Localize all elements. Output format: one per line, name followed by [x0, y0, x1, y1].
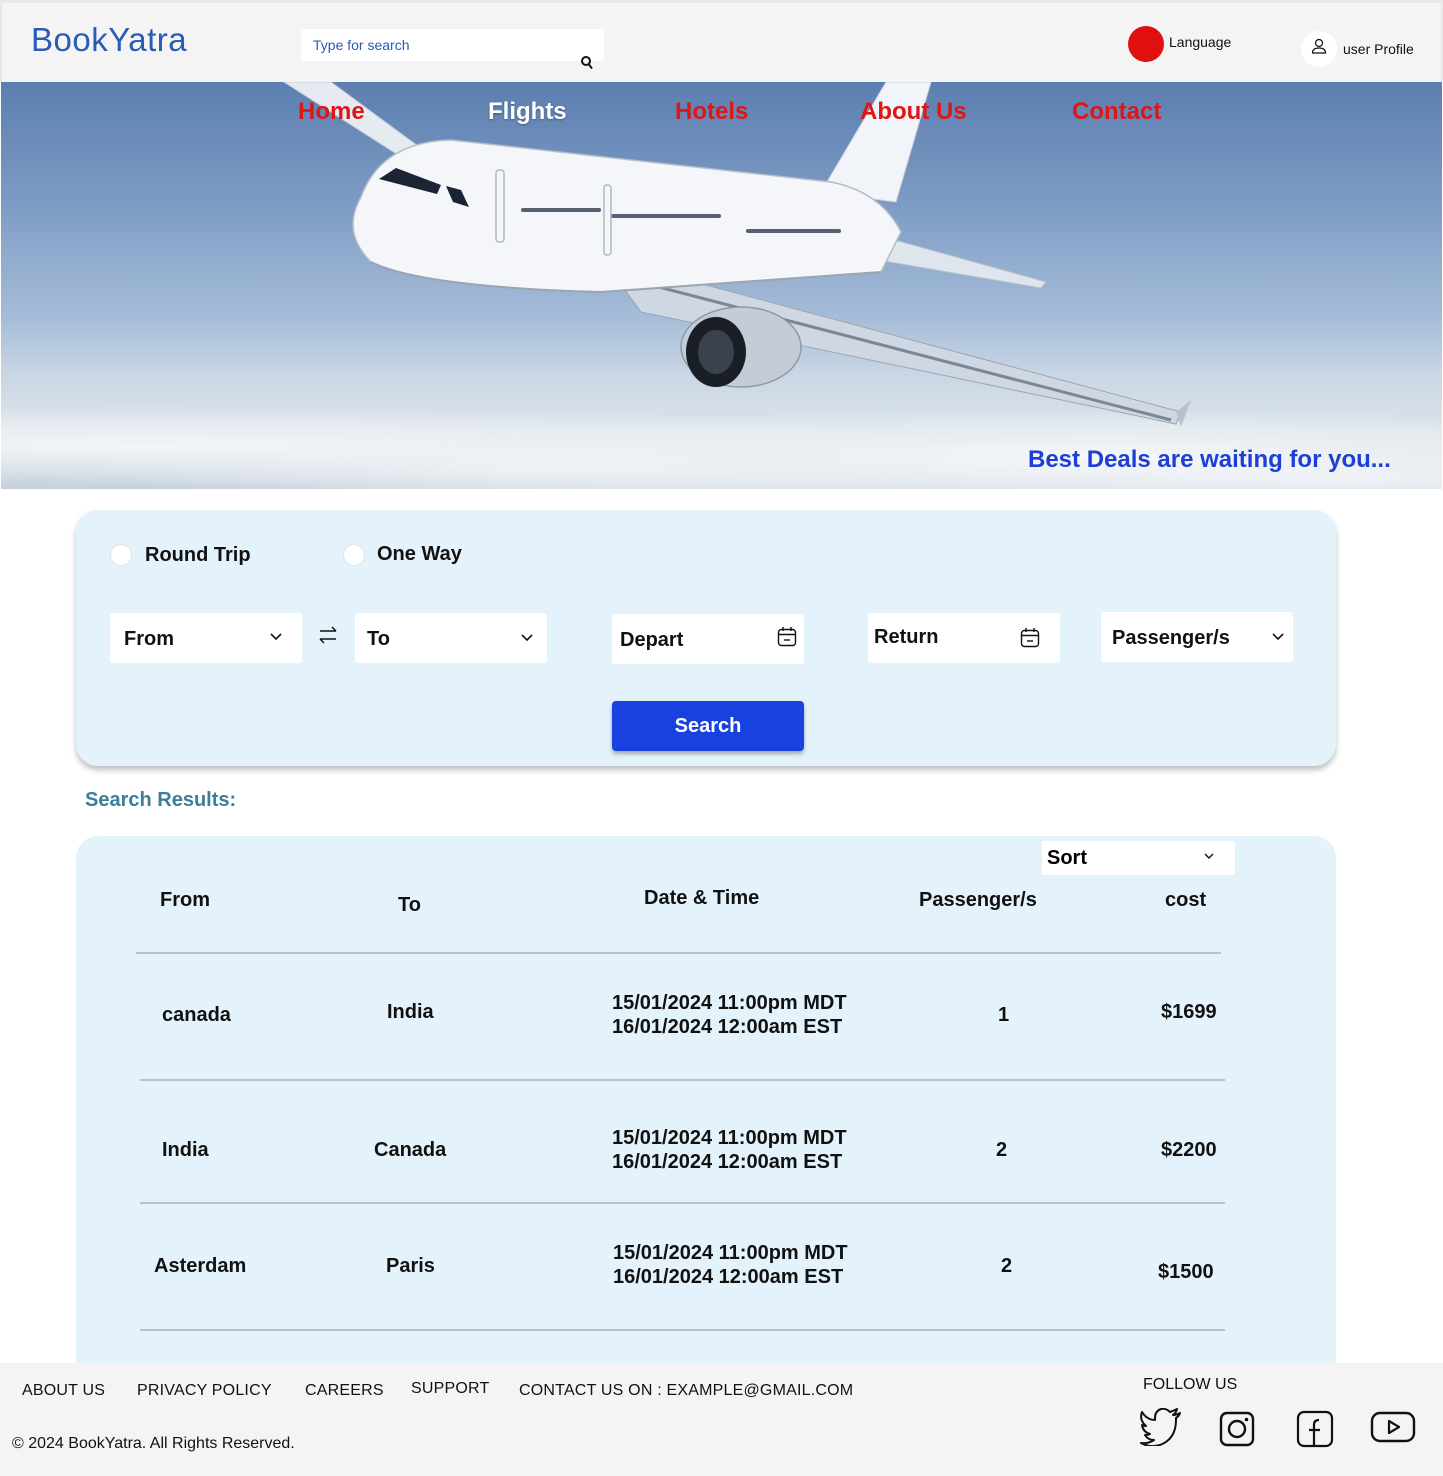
copyright: © 2024 BookYatra. All Rights Reserved.	[12, 1435, 295, 1452]
column-header-date-time[interactable]: Date & Time	[644, 887, 759, 910]
to-label: To	[367, 628, 390, 650]
chevron-down-icon	[270, 633, 282, 641]
footer-link-privacy-policy[interactable]: PRIVACY POLICY	[137, 1382, 272, 1400]
table-divider	[136, 952, 1221, 954]
twitter-icon[interactable]	[1140, 1408, 1182, 1446]
chevron-down-icon	[521, 634, 533, 642]
nav-contact[interactable]: Contact	[1072, 98, 1161, 126]
youtube-icon[interactable]	[1370, 1411, 1416, 1443]
round-trip-radio[interactable]	[110, 544, 132, 566]
language-icon[interactable]	[1128, 26, 1164, 62]
row-depart-time: 15/01/2024 11:00pm MDT	[612, 992, 847, 1014]
row-passengers: 1	[998, 1004, 1010, 1026]
user-profile-label[interactable]: user Profile	[1343, 41, 1414, 57]
table-divider	[140, 1329, 1225, 1331]
one-way-radio[interactable]	[343, 544, 365, 566]
row-passengers: 2	[1001, 1255, 1013, 1277]
chevron-down-icon	[1204, 853, 1214, 859]
row-arrive-time: 16/01/2024 12:00am EST	[612, 1016, 843, 1038]
logo[interactable]: BookYatra	[31, 21, 187, 59]
search-icon[interactable]	[580, 55, 594, 71]
return-date-field[interactable]: Return	[868, 613, 1060, 663]
nav-about-us[interactable]: About Us	[860, 98, 967, 126]
row-passengers: 2	[996, 1139, 1008, 1161]
search-input[interactable]	[301, 29, 571, 61]
from-select[interactable]: From	[110, 613, 302, 663]
depart-label: Depart	[620, 629, 684, 651]
row-to: Paris	[386, 1255, 435, 1277]
chevron-down-icon	[1272, 633, 1284, 641]
row-cost: $2200	[1161, 1139, 1217, 1161]
nav-home[interactable]: Home	[298, 98, 365, 126]
row-cost: $1699	[1161, 1001, 1217, 1023]
facebook-icon[interactable]	[1296, 1410, 1334, 1448]
instagram-icon[interactable]	[1219, 1411, 1255, 1447]
swap-icon[interactable]	[316, 622, 340, 646]
hero-tagline: Best Deals are waiting for you...	[1028, 446, 1391, 473]
row-depart-time: 15/01/2024 11:00pm MDT	[613, 1242, 848, 1264]
hero-banner: Home Flights Hotels About Us Contact Bes…	[1, 82, 1442, 489]
column-header-passengers[interactable]: Passenger/s	[919, 889, 1037, 912]
footer-link-support[interactable]: SUPPORT	[411, 1380, 489, 1398]
footer-contact-email[interactable]: CONTACT US ON : EXAMPLE@GMAIL.COM	[519, 1382, 853, 1400]
depart-date-field[interactable]: Depart	[612, 614, 804, 664]
row-from: India	[162, 1139, 209, 1161]
one-way-label[interactable]: One Way	[377, 543, 462, 566]
column-header-to[interactable]: To	[398, 894, 421, 917]
passengers-select[interactable]: Passenger/s	[1101, 612, 1293, 662]
results-table	[76, 836, 1336, 1376]
search-box	[301, 29, 604, 61]
row-arrive-time: 16/01/2024 12:00am EST	[613, 1266, 844, 1288]
sort-label: Sort	[1047, 847, 1087, 869]
airplane-image	[283, 82, 1191, 427]
row-to: India	[387, 1001, 434, 1023]
nav-flights[interactable]: Flights	[488, 98, 567, 126]
row-from: canada	[162, 1004, 231, 1026]
search-button[interactable]: Search	[612, 701, 804, 751]
nav-hotels[interactable]: Hotels	[675, 98, 748, 126]
footer-link-careers[interactable]: CAREERS	[305, 1382, 384, 1400]
row-depart-time: 15/01/2024 11:00pm MDT	[612, 1127, 847, 1149]
language-label[interactable]: Language	[1169, 34, 1231, 50]
from-label: From	[124, 628, 174, 650]
column-header-from[interactable]: From	[160, 889, 210, 912]
sort-select[interactable]: Sort	[1042, 841, 1235, 875]
column-header-cost[interactable]: cost	[1165, 889, 1206, 912]
row-from: Asterdam	[154, 1255, 247, 1277]
footer-link-about-us[interactable]: ABOUT US	[22, 1382, 105, 1400]
table-divider	[140, 1079, 1225, 1081]
return-label: Return	[874, 626, 939, 648]
search-results-title: Search Results:	[85, 789, 237, 811]
top-header: BookYatra Language user Profile	[0, 0, 1443, 82]
passengers-label: Passenger/s	[1112, 627, 1230, 649]
follow-us-label: FOLLOW US	[1143, 1376, 1238, 1393]
row-to: Canada	[374, 1139, 447, 1161]
round-trip-label[interactable]: Round Trip	[145, 544, 251, 567]
to-select[interactable]: To	[355, 613, 547, 663]
table-divider	[140, 1202, 1225, 1204]
calendar-icon[interactable]	[1020, 627, 1040, 649]
calendar-icon[interactable]	[777, 626, 797, 648]
row-cost: $1500	[1158, 1261, 1214, 1283]
user-icon[interactable]	[1301, 31, 1337, 67]
page: BookYatra Language user Profile	[0, 0, 1443, 1476]
row-arrive-time: 16/01/2024 12:00am EST	[612, 1151, 843, 1173]
